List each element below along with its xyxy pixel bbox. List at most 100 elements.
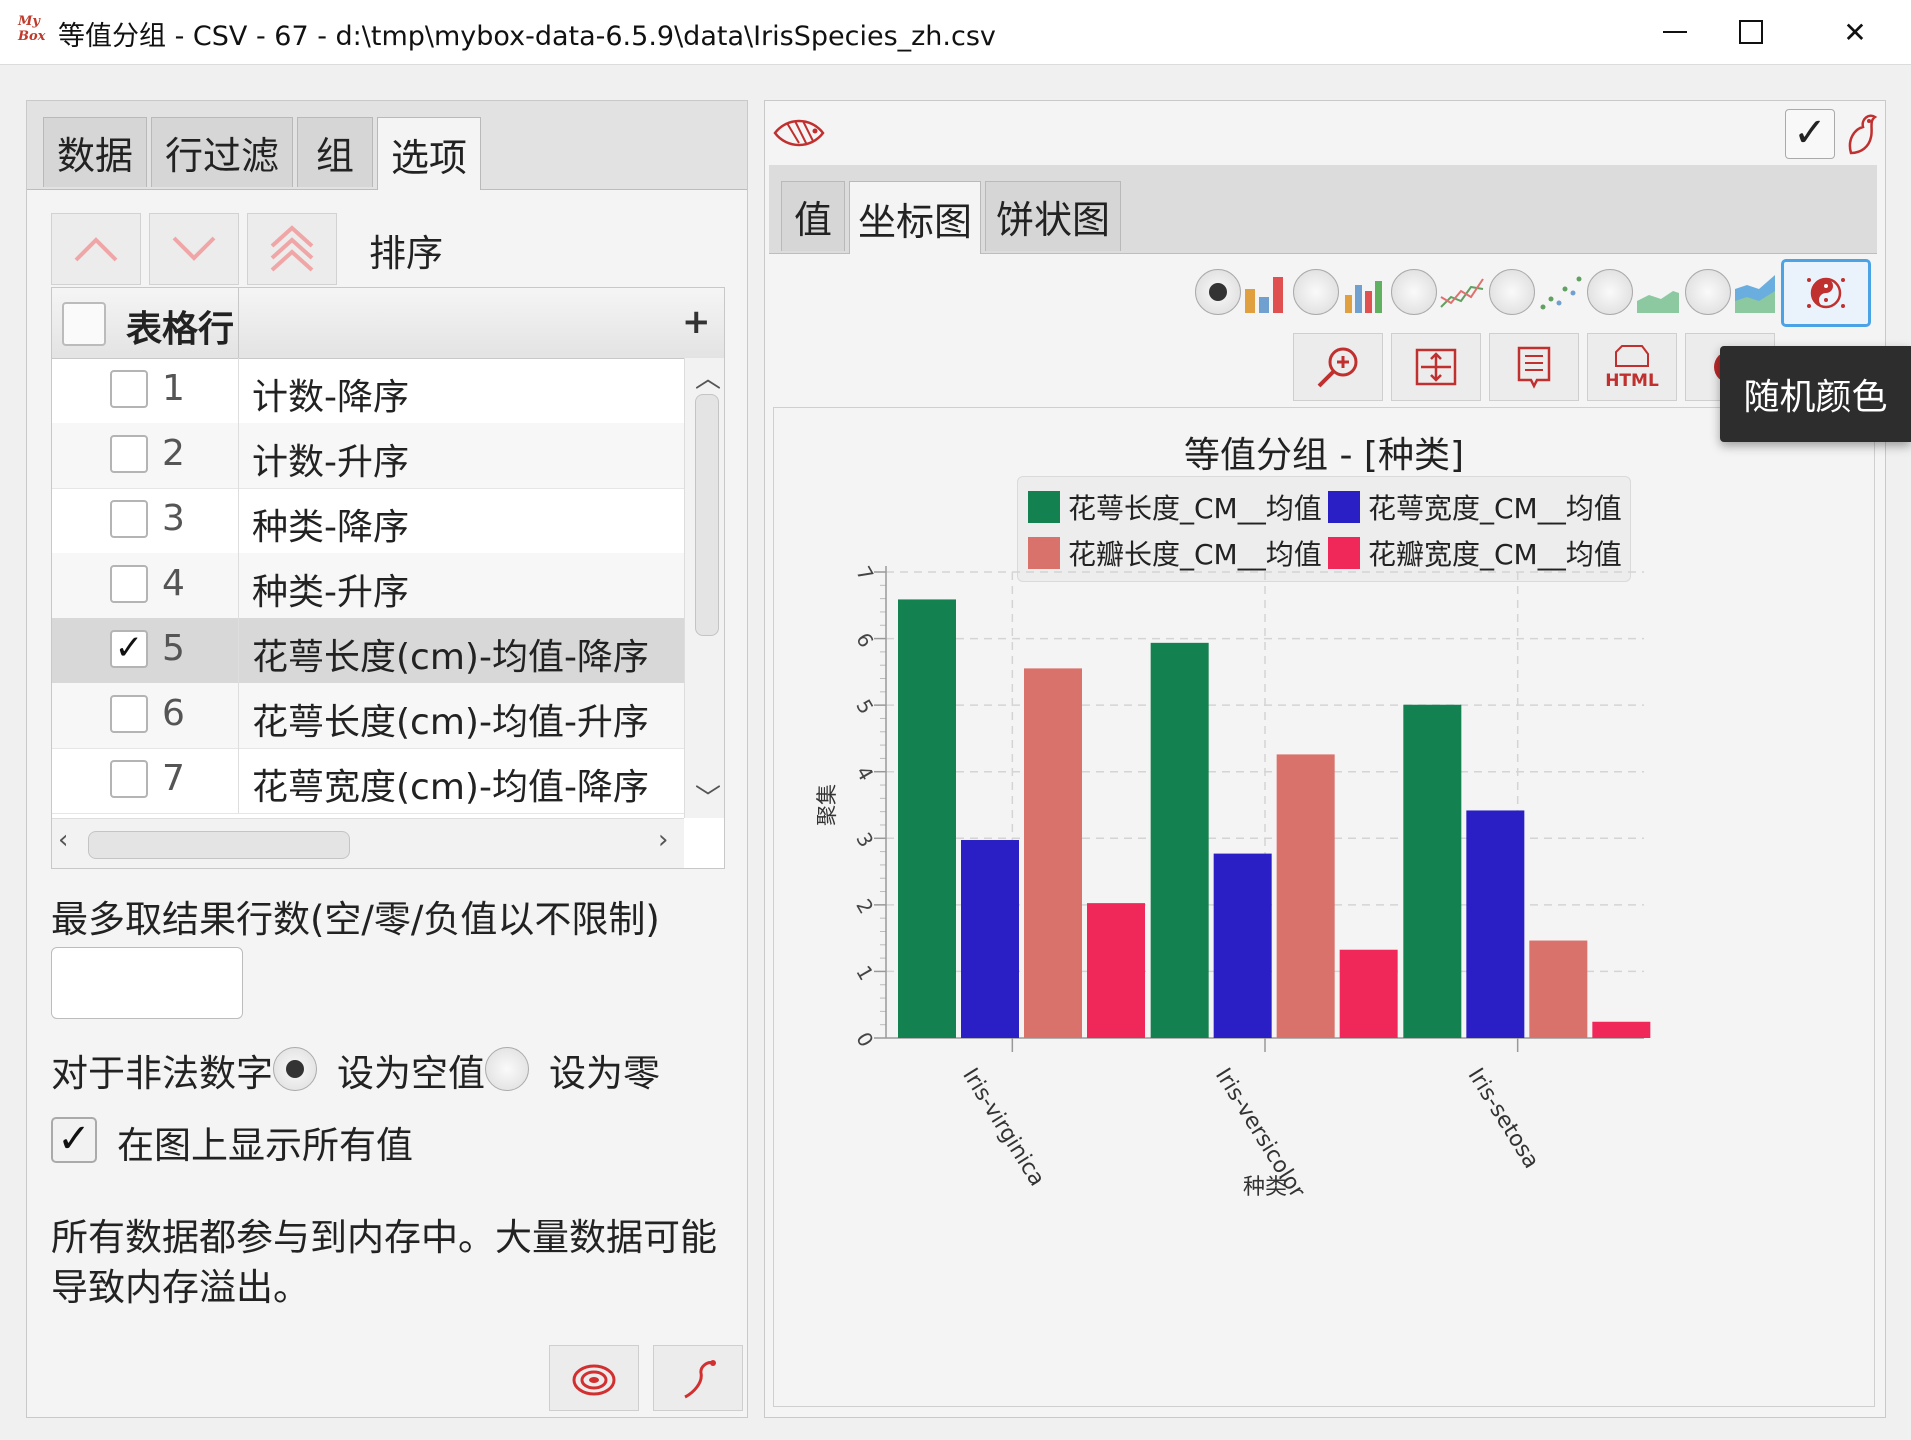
invalid-number-label: 对于非法数字 <box>51 1052 273 1095</box>
y-tick-label: 4 <box>851 762 878 785</box>
table-row[interactable]: 4 种类-升序 <box>52 553 684 619</box>
table-row[interactable]: 6 花萼长度(cm)-均值-升序 <box>52 683 684 749</box>
tab-group[interactable]: 组 <box>297 117 373 187</box>
bar[interactable] <box>961 840 1019 1038</box>
table-row[interactable]: 1 计数-降序 <box>52 358 684 424</box>
row-checkbox[interactable] <box>110 435 148 473</box>
row-checkbox[interactable] <box>110 370 148 408</box>
add-column-icon[interactable]: + <box>682 302 711 342</box>
horizontal-scrollbar[interactable]: ‹ › <box>52 818 684 868</box>
title-bar: My Box 等值分组 - CSV - 67 - d:\tmp\mybox-da… <box>0 0 1911 65</box>
move-down-button[interactable] <box>149 213 239 285</box>
close-icon: ✕ <box>1843 15 1867 49</box>
logo-text-1: My <box>18 14 40 29</box>
set-zero-radio[interactable] <box>485 1047 529 1091</box>
data-list-button[interactable] <box>1489 333 1579 401</box>
table-row[interactable]: 7 花萼宽度(cm)-均值-降序 <box>52 748 684 814</box>
confirm-button[interactable]: ✓ <box>1785 109 1835 159</box>
move-top-button[interactable] <box>247 213 337 285</box>
zoom-in-button[interactable] <box>1293 333 1383 401</box>
bar[interactable] <box>1276 754 1335 1038</box>
row-divider <box>238 358 239 423</box>
fit-size-button[interactable] <box>1391 333 1481 401</box>
tab-data[interactable]: 数据 <box>43 117 147 187</box>
set-null-radio[interactable] <box>273 1047 317 1091</box>
max-rows-label: 最多取结果行数(空/零/负值以不限制) <box>51 898 660 941</box>
line-chart-radio[interactable] <box>1391 269 1437 315</box>
tab-row-filter[interactable]: 行过滤 <box>151 117 293 187</box>
bar-chart-radio[interactable] <box>1195 269 1241 315</box>
max-rows-input[interactable] <box>51 947 243 1019</box>
row-checkbox[interactable] <box>110 695 148 733</box>
table-row[interactable]: 2 计数-升序 <box>52 423 684 489</box>
row-checkbox[interactable] <box>110 565 148 603</box>
row-sort-text: 花萼长度(cm)-均值-降序 <box>252 637 649 678</box>
memory-note: 所有数据都参与到内存中。大量数据可能导致内存溢出。 <box>51 1216 717 1309</box>
random-color-button[interactable] <box>1781 259 1871 327</box>
select-all-checkbox[interactable] <box>62 302 106 346</box>
scatter-chart-radio[interactable] <box>1489 269 1535 315</box>
row-divider <box>238 488 239 553</box>
move-up-button[interactable] <box>51 213 141 285</box>
row-sort-text: 花萼宽度(cm)-均值-降序 <box>252 767 649 808</box>
bar[interactable] <box>1087 903 1145 1038</box>
fish-icon <box>771 111 827 159</box>
tab-values[interactable]: 值 <box>781 181 845 251</box>
table-row[interactable]: ✓ 5 花萼长度(cm)-均值-降序 <box>52 618 684 684</box>
bar[interactable] <box>1529 940 1588 1038</box>
bar[interactable] <box>1466 810 1525 1038</box>
html-text: HTML <box>1605 371 1659 391</box>
bar[interactable] <box>1339 949 1398 1038</box>
row-number: 1 <box>162 368 185 409</box>
html-button[interactable]: HTML <box>1587 333 1677 401</box>
y-tick-label: 2 <box>851 895 878 918</box>
tab-options[interactable]: 选项 <box>377 117 481 190</box>
table-row[interactable]: 3 种类-降序 <box>52 488 684 554</box>
row-checkbox[interactable] <box>110 500 148 538</box>
horizontal-scroll-thumb[interactable] <box>88 831 350 859</box>
snail-icon <box>572 1364 616 1396</box>
tab-xy-chart[interactable]: 坐标图 <box>849 181 981 254</box>
stacked-area-radio[interactable] <box>1685 269 1731 315</box>
close-button[interactable]: ✕ <box>1820 8 1890 56</box>
row-divider <box>238 553 239 618</box>
scroll-up-icon[interactable]: ︿ <box>695 358 721 395</box>
maximize-button[interactable] <box>1716 8 1786 56</box>
bar[interactable] <box>1213 853 1272 1038</box>
row-divider <box>238 748 239 813</box>
fit-size-icon <box>1415 348 1457 386</box>
show-values-checkbox[interactable]: ✓ <box>51 1117 97 1163</box>
stacked-bar-radio[interactable] <box>1293 269 1339 315</box>
bar[interactable] <box>1024 668 1082 1038</box>
row-checkbox[interactable]: ✓ <box>110 630 148 668</box>
row-divider <box>238 618 239 683</box>
run-button[interactable] <box>653 1345 743 1411</box>
snail-button[interactable] <box>549 1345 639 1411</box>
chevron-down-icon <box>172 236 216 261</box>
scroll-down-icon[interactable]: ﹀ <box>695 778 721 815</box>
options-panel: 数据 行过滤 组 选项 排序 表格行 + 1 计数-降序 2 计数-升序 3 种类-降序 4… <box>26 100 748 1418</box>
y-tick-label: 7 <box>851 562 878 585</box>
row-number: 6 <box>162 693 185 734</box>
vertical-scroll-thumb[interactable] <box>695 394 719 636</box>
area-chart-radio[interactable] <box>1587 269 1633 315</box>
row-divider <box>238 423 239 488</box>
tab-pie-chart[interactable]: 饼状图 <box>985 181 1121 251</box>
app-logo-icon: My Box <box>18 14 52 48</box>
double-chevron-up-icon <box>270 225 314 272</box>
row-checkbox[interactable] <box>110 760 148 798</box>
bar[interactable] <box>1592 1021 1651 1038</box>
minimize-button[interactable] <box>1640 8 1710 56</box>
bar[interactable] <box>1403 704 1462 1038</box>
rooster-icon[interactable] <box>1841 109 1881 161</box>
vertical-scrollbar[interactable]: ︿ ﹀ <box>684 358 724 818</box>
table-header: 表格行 + <box>52 288 724 359</box>
scroll-right-icon[interactable]: › <box>658 825 668 855</box>
scatter-chart-icon <box>1540 276 1582 310</box>
bar[interactable] <box>1150 642 1209 1038</box>
bar[interactable] <box>898 599 956 1038</box>
dragon-icon <box>684 1360 716 1399</box>
set-null-label: 设为空值 <box>337 1052 485 1095</box>
scroll-left-icon[interactable]: ‹ <box>58 825 68 855</box>
row-sort-text: 种类-升序 <box>252 572 409 613</box>
